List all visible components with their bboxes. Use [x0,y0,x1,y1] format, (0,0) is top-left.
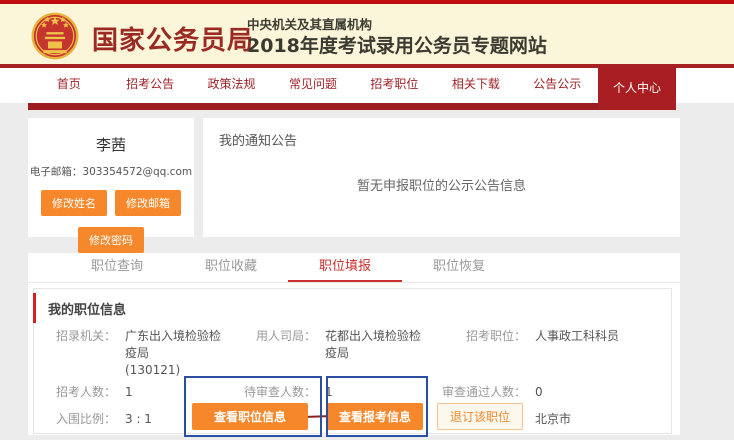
field-label-recruiting-organ: 招录机关： [46,326,116,379]
nav-red-underbar [28,103,676,110]
nav-item-home[interactable]: 首页 [28,68,109,103]
site-header: 国家公务员局 中央机关及其直属机构 2018年度考试录用公务员专题网站 [0,4,734,64]
field-value-approved-count: 0 [526,379,671,406]
field-value-recruiting-organ: 广东出入境检验检疫局 (130121) [116,326,230,379]
notice-card-title: 我的通知公告 [203,118,680,149]
nav-items: 首页 招考公告 政策法规 常见问题 招考职位 相关下载 公告公示 [28,68,598,103]
annotation-highlight-box-2 [326,376,428,437]
nav-item-public-notices[interactable]: 公告公示 [517,68,598,103]
annotation-highlight-box-1 [184,376,322,437]
nav-item-positions[interactable]: 招考职位 [354,68,435,103]
tab-position-application[interactable]: 职位填报 [288,253,402,282]
edit-email-button[interactable]: 修改邮箱 [115,190,181,216]
field-label-approved-count: 审查通过人数： [430,379,526,406]
notice-card: 我的通知公告 暂无申报职位的公示公告信息 [203,118,680,237]
notice-empty-message: 暂无申报职位的公示公告信息 [203,175,680,194]
tab-position-restore[interactable]: 职位恢复 [402,253,516,282]
field-value-recruit-position: 人事政工科科员 [526,326,671,379]
nav-item-policies[interactable]: 政策法规 [191,68,272,103]
field-label-shortlist-ratio: 入围比例： [46,406,116,433]
nav-item-faq[interactable]: 常见问题 [272,68,353,103]
field-label-recruit-position: 招考职位： [430,326,526,379]
tab-position-search[interactable]: 职位查询 [60,253,174,282]
position-tabs: 职位查询 职位收藏 职位填报 职位恢复 [28,253,680,283]
nav-item-personal-center[interactable]: 个人中心 [598,68,676,110]
nav-item-downloads[interactable]: 相关下载 [435,68,516,103]
recruiting-organ-name: 广东出入境检验检疫局 [125,328,230,362]
nav-item-announcements[interactable]: 招考公告 [109,68,190,103]
field-label-recruit-count: 招考人数： [46,379,116,406]
agency-title: 国家公务员局 [92,20,254,57]
section-accent-bar [33,293,36,323]
national-emblem-icon [30,11,80,61]
edit-name-button[interactable]: 修改姓名 [41,190,107,216]
site-subtitle-year: 2018年度考试录用公务员专题网站 [247,31,547,58]
field-value-employing-department: 花都出入境检验检疫局 [316,326,430,379]
user-profile-card: 李茜 电子邮箱：303354572@qq.com 修改姓名 修改邮箱 修改密码 [28,118,194,237]
tab-position-favorites[interactable]: 职位收藏 [174,253,288,282]
field-value-exam-location: 北京市 [526,406,671,433]
unsubscribe-position-button[interactable]: 退订该职位 [437,403,523,430]
edit-password-button[interactable]: 修改密码 [78,227,144,253]
user-name: 李茜 [28,134,194,155]
section-title: 我的职位信息 [34,289,671,318]
user-email: 电子邮箱：303354572@qq.com [28,164,194,179]
field-label-employing-department: 用人司局： [230,326,316,379]
